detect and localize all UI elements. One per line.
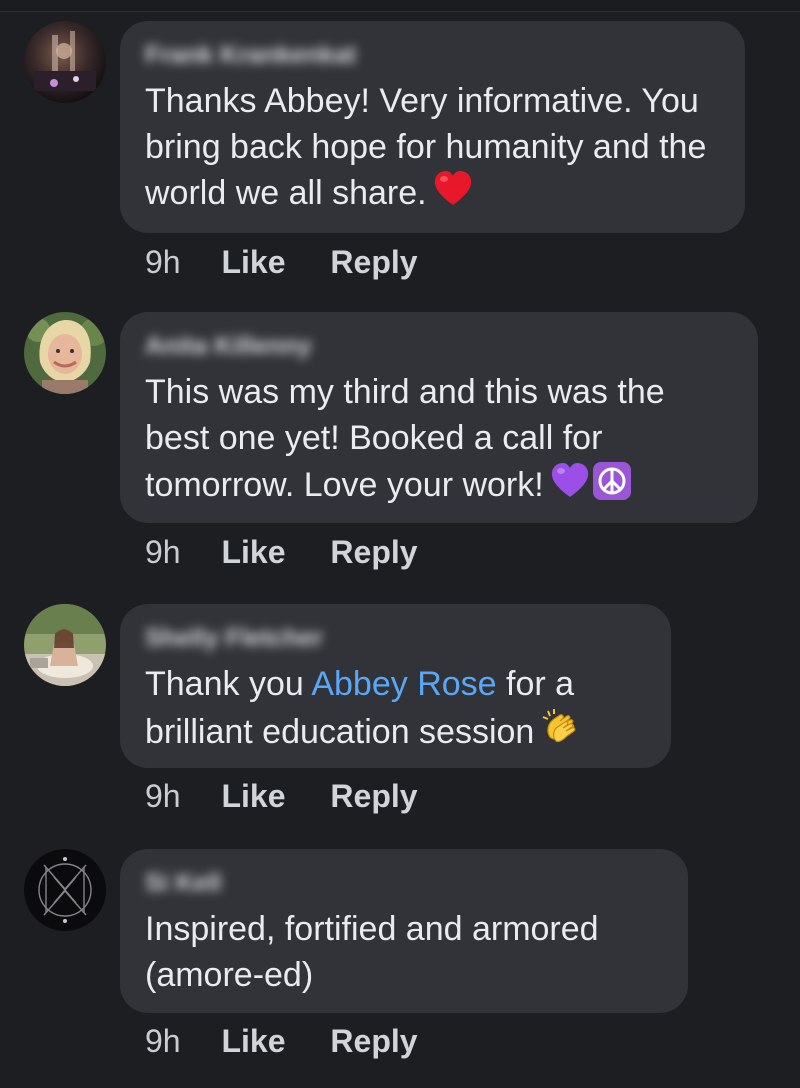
- avatar[interactable]: [24, 604, 106, 686]
- like-button[interactable]: Like: [221, 534, 285, 571]
- comment-text: This was my third and this was the best …: [145, 369, 732, 513]
- avatar[interactable]: [24, 849, 106, 931]
- comment-author[interactable]: Anita Killenny: [145, 332, 312, 361]
- like-button[interactable]: Like: [221, 1023, 285, 1060]
- comment-actions: 9h Like Reply: [145, 778, 418, 815]
- comment-bubble: Anita Killenny This was my third and thi…: [120, 312, 758, 523]
- comment-author[interactable]: Frank Krankenkat: [145, 41, 356, 70]
- comment-actions: 9h Like Reply: [145, 534, 418, 571]
- comment-timestamp[interactable]: 9h: [145, 1023, 181, 1060]
- red-heart-icon: [433, 170, 473, 220]
- comment-actions: 9h Like Reply: [145, 1023, 418, 1060]
- like-button[interactable]: Like: [221, 778, 285, 815]
- reply-button[interactable]: Reply: [330, 534, 417, 571]
- mention-link[interactable]: Abbey Rose: [311, 665, 496, 703]
- comment-actions: 9h Like Reply: [145, 244, 418, 281]
- comment-bubble: Frank Krankenkat Thanks Abbey! Very info…: [120, 21, 745, 233]
- like-button[interactable]: Like: [221, 244, 285, 281]
- comment-author[interactable]: Si Kell: [145, 869, 221, 898]
- comment-text: Thank you Abbey Rose for a brilliant edu…: [145, 661, 645, 761]
- comment-timestamp[interactable]: 9h: [145, 244, 181, 281]
- comment-text: Inspired, fortified and armored (amore-e…: [145, 910, 599, 994]
- clapping-hands-icon: [540, 707, 582, 761]
- peace-symbol-icon: [592, 461, 632, 513]
- purple-heart-icon: [550, 462, 590, 512]
- reply-button[interactable]: Reply: [330, 244, 417, 281]
- reply-button[interactable]: Reply: [330, 1023, 417, 1060]
- reply-button[interactable]: Reply: [330, 778, 417, 815]
- comment-text: Thanks Abbey! Very informative. You brin…: [145, 78, 719, 220]
- avatar[interactable]: [24, 21, 106, 103]
- comment-author[interactable]: Shelly Fletcher: [145, 624, 323, 653]
- top-divider: [0, 0, 800, 12]
- comment-timestamp[interactable]: 9h: [145, 778, 181, 815]
- avatar[interactable]: [24, 312, 106, 394]
- comment-bubble: Shelly Fletcher Thank you Abbey Rose for…: [120, 604, 671, 768]
- comment-bubble: Si Kell Inspired, fortified and armored …: [120, 849, 688, 1013]
- comment-timestamp[interactable]: 9h: [145, 534, 181, 571]
